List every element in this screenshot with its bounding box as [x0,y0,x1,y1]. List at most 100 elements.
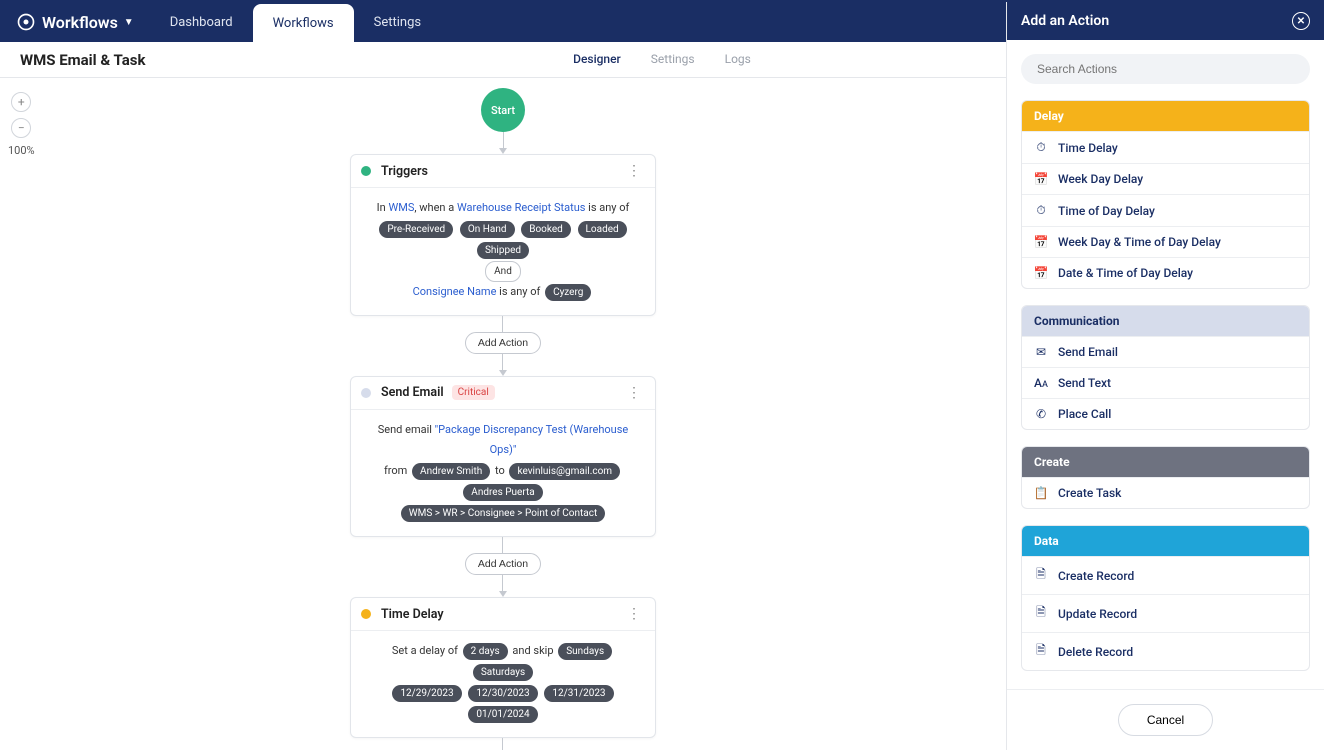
flow: Start Triggers ⋮ In WMS, when a Warehous… [223,88,783,750]
group-header: Communication [1022,306,1309,336]
topnav-workflows[interactable]: Workflows [253,4,354,42]
action-item[interactable]: 🗎 Delete Record [1022,632,1309,670]
gear-icon [16,12,36,32]
tag: 01/01/2024 [468,706,537,723]
tag: Andres Puerta [463,484,542,501]
tag: kevinluis@gmail.com [509,463,620,480]
tag: Loaded [578,221,627,238]
action-label: Create Task [1058,486,1121,500]
kebab-icon[interactable]: ⋮ [623,385,645,401]
tag: On Hand [460,221,515,238]
action-icon: ⏱ [1034,203,1048,218]
top-nav: DashboardWorkflowsSettings [150,2,441,42]
tag: Shipped [477,242,529,259]
zoom-out-button[interactable]: − [11,118,31,138]
cancel-button[interactable]: Cancel [1118,704,1213,736]
dot-icon [361,388,371,398]
action-label: Create Record [1058,569,1134,583]
action-item[interactable]: 📅 Week Day & Time of Day Delay [1022,226,1309,257]
action-icon: 📋 [1034,486,1048,500]
card-body: In WMS, when a Warehouse Receipt Status … [351,188,655,315]
card-title: Time Delay [381,607,444,622]
action-item[interactable]: 📋 Create Task [1022,477,1309,508]
panel-title: Add an Action [1021,13,1109,29]
zoom-controls: + − 100% [8,92,35,157]
card-title: Triggers [381,164,428,179]
action-item[interactable]: ✉Send Email [1022,336,1309,367]
tag: 12/31/2023 [544,685,613,702]
panel-footer: Cancel [1007,689,1324,750]
topnav-dashboard[interactable]: Dashboard [150,2,253,42]
action-icon: ⏱ [1034,140,1048,155]
action-item[interactable]: ✆ Place Call [1022,398,1309,429]
zoom-in-button[interactable]: + [11,92,31,112]
group-header: Create [1022,447,1309,477]
tag: Cyzerg [545,284,591,301]
action-group-delay: Delay ⏱ Time Delay 📅 Week Day Delay ⏱ Time of … [1021,100,1310,289]
tag: Saturdays [473,664,533,681]
add-action-panel: Add an Action ✕ Delay ⏱ Time Delay 📅 Week Da… [1006,2,1324,750]
action-label: Delete Record [1058,645,1133,659]
card-body: Send email "Package Discrepancy Test (Wa… [351,410,655,536]
tag: 12/29/2023 [392,685,461,702]
tag: 12/30/2023 [468,685,537,702]
action-icon: Aᴀ [1034,376,1048,390]
action-label: Send Email [1058,345,1118,359]
action-item[interactable]: Aᴀ Send Text [1022,367,1309,398]
action-icon: 🗎 [1034,641,1048,662]
node-time-delay[interactable]: Time Delay ⋮ Set a delay of 2 days and s… [350,597,656,738]
add-action-button[interactable]: Add Action [465,553,541,575]
card-title: Send Email [381,385,444,400]
action-label: Time of Day Delay [1058,204,1155,218]
and-tag: And [485,261,521,282]
tag: Andrew Smith [412,463,490,480]
tag: 2 days [463,643,508,660]
chevron-down-icon[interactable]: ▼ [124,17,134,28]
brand-text: Workflows [42,13,118,32]
kebab-icon[interactable]: ⋮ [623,163,645,179]
tag: WMS > WR > Consignee > Point of Contact [401,505,605,522]
action-item[interactable]: ⏱ Time Delay [1022,131,1309,163]
kebab-icon[interactable]: ⋮ [623,606,645,622]
add-action-button[interactable]: Add Action [465,332,541,354]
node-triggers[interactable]: Triggers ⋮ In WMS, when a Warehouse Rece… [350,154,656,316]
start-node[interactable]: Start [481,88,525,132]
canvas[interactable]: + − 100% Start Triggers ⋮ In WMS, when a… [0,78,1006,750]
workflow-title: WMS Email & Task [20,51,146,69]
action-label: Date & Time of Day Delay [1058,266,1193,280]
zoom-level: 100% [8,144,35,157]
action-label: Week Day & Time of Day Delay [1058,235,1221,249]
tag: Booked [521,221,571,238]
action-icon: ✆ [1034,407,1048,421]
action-icon: 📅 [1034,172,1048,186]
brand[interactable]: Workflows ▼ [0,12,150,32]
action-icon: 📅 [1034,235,1048,249]
critical-badge: Critical [452,385,495,400]
node-send-email[interactable]: Send Email Critical ⋮ Send email "Packag… [350,376,656,537]
action-label: Update Record [1058,607,1137,621]
action-group-create: Create 📋 Create Task [1021,446,1310,509]
action-item[interactable]: 🗎 Create Record [1022,556,1309,594]
close-icon[interactable]: ✕ [1292,12,1310,30]
tag: Pre-Received [379,221,453,238]
group-header: Delay [1022,101,1309,131]
action-label: Time Delay [1058,141,1118,155]
action-label: Place Call [1058,407,1111,421]
action-item[interactable]: 📅 Week Day Delay [1022,163,1309,194]
action-label: Week Day Delay [1058,172,1143,186]
panel-body: Delay ⏱ Time Delay 📅 Week Day Delay ⏱ Time of … [1007,40,1324,689]
action-item[interactable]: 📅 Date & Time of Day Delay [1022,257,1309,288]
topnav-settings[interactable]: Settings [354,2,441,42]
action-item[interactable]: 🗎 Update Record [1022,594,1309,632]
dot-icon [361,609,371,619]
action-item[interactable]: ⏱ Time of Day Delay [1022,194,1309,226]
dot-icon [361,166,371,176]
action-group-communication: Communication✉Send Email Aᴀ Send Text ✆ Plac… [1021,305,1310,430]
action-icon: 📅 [1034,266,1048,280]
action-icon: 🗎 [1034,565,1048,586]
action-group-data: Data 🗎 Create Record 🗎 Update Record 🗎 Delete … [1021,525,1310,671]
action-label: Send Text [1058,376,1111,390]
action-icon: 🗎 [1034,603,1048,624]
search-input[interactable] [1021,54,1310,84]
group-header: Data [1022,526,1309,556]
